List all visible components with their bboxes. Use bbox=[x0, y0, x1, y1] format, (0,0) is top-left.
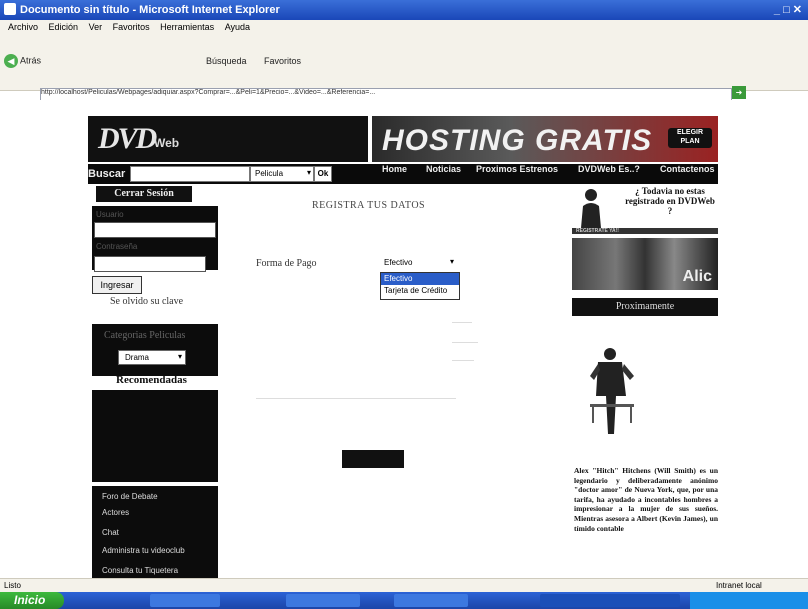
movie-poster-figure[interactable] bbox=[584, 346, 640, 442]
recomendadas-heading: Recomendadas bbox=[116, 374, 187, 386]
logo-web: Web bbox=[154, 136, 180, 150]
faint-divider bbox=[452, 322, 472, 323]
window-controls[interactable]: _ □ ✕ bbox=[774, 3, 802, 16]
submit-button[interactable] bbox=[342, 450, 404, 468]
window-titlebar: Documento sin título - Microsoft Interne… bbox=[0, 0, 808, 20]
categoria-select[interactable]: Drama ▾ bbox=[118, 350, 186, 365]
chevron-down-icon: ▾ bbox=[449, 257, 454, 266]
forma-pago-dropdown[interactable]: Efectivo Tarjeta de Crédito bbox=[380, 272, 460, 300]
taskbar-item-active[interactable] bbox=[540, 594, 680, 607]
forma-pago-label: Forma de Pago bbox=[256, 258, 317, 269]
link-tiquetera[interactable]: Consulta tu Tiquetera bbox=[102, 566, 178, 575]
person-silhouette-icon bbox=[581, 189, 601, 228]
site-search-input[interactable] bbox=[130, 166, 250, 182]
link-chat[interactable]: Chat bbox=[102, 528, 119, 537]
menu-edicion[interactable]: Edición bbox=[49, 22, 79, 32]
chevron-down-icon: ▾ bbox=[177, 352, 182, 361]
registro-question: ¿ Todavia no estas registrado en DVDWeb … bbox=[625, 186, 715, 216]
proximamente-heading: Proximamente bbox=[572, 298, 718, 316]
pago-option-tarjeta[interactable]: Tarjeta de Crédito bbox=[381, 285, 459, 297]
link-actores[interactable]: Actores bbox=[102, 508, 129, 517]
faint-divider bbox=[452, 342, 478, 343]
contrasena-label: Contraseña bbox=[96, 242, 138, 251]
status-zone: Intranet local bbox=[716, 581, 762, 590]
taskbar-item[interactable] bbox=[150, 594, 220, 607]
hosting-banner[interactable]: HOSTING GRATIS ELEGIR PLAN bbox=[372, 116, 718, 162]
recomendadas-box bbox=[92, 390, 218, 482]
olvido-clave-link[interactable]: Se olvido su clave bbox=[110, 296, 183, 307]
ingresar-button[interactable]: Ingresar bbox=[92, 276, 142, 294]
nav-contactenos[interactable]: Contactenos bbox=[660, 164, 715, 184]
link-foro[interactable]: Foro de Debate bbox=[102, 492, 158, 501]
registra-datos-title: REGISTRA TUS DATOS bbox=[312, 200, 426, 211]
logo-dvd: DVD bbox=[98, 122, 157, 155]
categoria-value: Drama bbox=[125, 353, 150, 362]
cerrar-sesion-button[interactable]: Cerrar Sesión bbox=[96, 186, 192, 202]
status-left: Listo bbox=[4, 581, 21, 590]
ie-icon bbox=[4, 3, 16, 15]
start-button[interactable]: Inicio bbox=[0, 592, 64, 609]
search-type-value: Pelicula bbox=[255, 169, 284, 178]
system-tray bbox=[690, 592, 808, 609]
favorites-label: Favoritos bbox=[264, 56, 302, 66]
contrasena-input[interactable] bbox=[94, 256, 206, 272]
hosting-text: HOSTING GRATIS bbox=[382, 124, 653, 157]
nav-dvdweb[interactable]: DVDWeb Es..? bbox=[578, 164, 640, 184]
faint-divider bbox=[452, 360, 474, 361]
window-title: Documento sin título - Microsoft Interne… bbox=[20, 4, 280, 16]
movie-synopsis: Alex "Hitch" Hitchens (Will Smith) es un… bbox=[574, 466, 718, 533]
taskbar-item[interactable] bbox=[286, 594, 360, 607]
registrate-link[interactable]: REGISTRATE YA!! bbox=[572, 228, 718, 234]
forma-pago-select[interactable]: Efectivo ▾ bbox=[380, 256, 456, 269]
buscar-label: Buscar bbox=[88, 168, 126, 180]
nav-proximos-estrenos[interactable]: Proximos Estrenos bbox=[476, 164, 558, 184]
menu-archivo[interactable]: Archivo bbox=[8, 22, 38, 32]
pago-option-efectivo[interactable]: Efectivo bbox=[381, 273, 459, 285]
back-label: Atrás bbox=[20, 55, 42, 66]
go-button[interactable]: ➜ bbox=[732, 86, 746, 99]
search-button[interactable]: Búsqueda bbox=[206, 56, 247, 66]
menu-bar: Archivo Edición Ver Favoritos Herramient… bbox=[0, 20, 808, 34]
usuario-label: Usuario bbox=[96, 210, 124, 219]
elegir-plan-badge[interactable]: ELEGIR PLAN bbox=[668, 128, 712, 148]
search-ok-button[interactable]: Ok bbox=[314, 166, 332, 182]
back-arrow-icon: ◀ bbox=[4, 54, 18, 68]
taskbar-item[interactable] bbox=[394, 594, 468, 607]
search-label: Búsqueda bbox=[206, 56, 247, 66]
site-logo[interactable]: DVD Web bbox=[88, 116, 368, 162]
menu-favoritos[interactable]: Favoritos bbox=[113, 22, 150, 32]
status-bar: Listo Intranet local bbox=[0, 578, 808, 593]
back-button[interactable]: ◀ Atrás bbox=[4, 54, 41, 68]
search-type-select[interactable]: Pelicula ▾ bbox=[250, 166, 314, 182]
categorias-label: Categorias Peliculas bbox=[104, 330, 186, 341]
nav-noticias[interactable]: Noticias bbox=[426, 164, 461, 184]
movie-banner-image[interactable]: Alic bbox=[572, 238, 718, 290]
forma-pago-value: Efectivo bbox=[384, 258, 413, 267]
chevron-down-icon: ▾ bbox=[306, 168, 311, 177]
faint-divider bbox=[256, 398, 456, 399]
menu-ver[interactable]: Ver bbox=[89, 22, 103, 32]
browser-toolbar: ◀ Atrás Búsqueda Favoritos bbox=[0, 34, 808, 91]
usuario-input[interactable] bbox=[94, 222, 216, 238]
menu-herramientas[interactable]: Herramientas bbox=[160, 22, 214, 32]
link-videoclub[interactable]: Administra tu videoclub bbox=[102, 546, 185, 555]
favorites-button[interactable]: Favoritos bbox=[264, 56, 301, 66]
menu-ayuda[interactable]: Ayuda bbox=[225, 22, 250, 32]
nav-home[interactable]: Home bbox=[382, 164, 407, 184]
banner-tag: Alic bbox=[682, 268, 712, 285]
